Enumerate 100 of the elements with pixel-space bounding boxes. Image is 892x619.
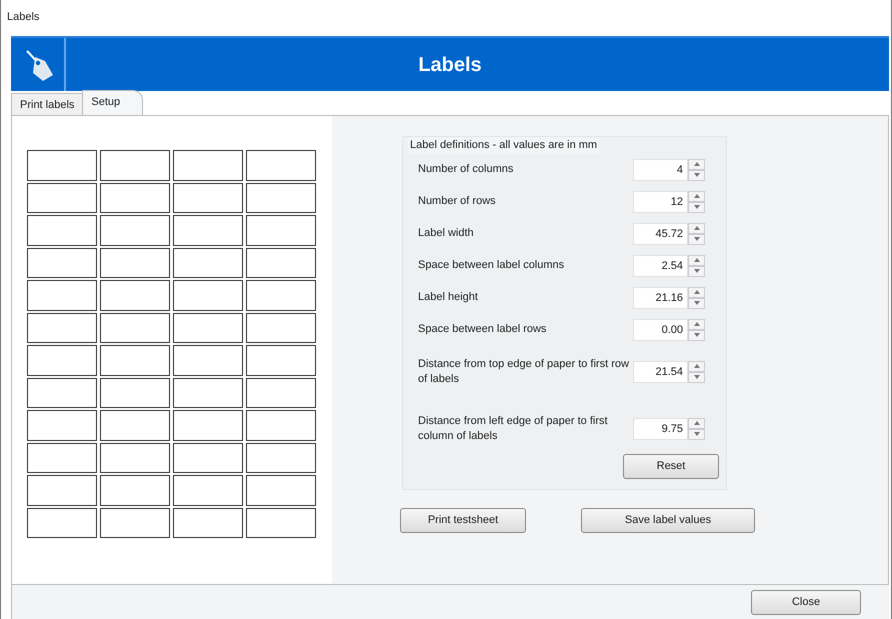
label-cell — [27, 215, 97, 246]
caret-down-icon — [694, 432, 700, 436]
label-cell — [246, 312, 316, 343]
label-cell — [100, 442, 170, 473]
caret-up-icon — [694, 290, 700, 294]
label-cell — [100, 248, 170, 278]
label-cell — [27, 280, 97, 310]
label-cell — [100, 150, 170, 180]
label-cell — [100, 280, 170, 310]
number-field[interactable]: 45.72 — [633, 222, 688, 244]
field-label: Distance from top edge of paper to first row of labels — [418, 357, 630, 386]
label-cell — [100, 182, 170, 213]
label-cell — [27, 248, 97, 278]
caret-down-icon — [694, 205, 700, 209]
label-cell — [173, 280, 243, 310]
label-cell — [246, 215, 316, 246]
number-field[interactable]: 21.16 — [633, 286, 688, 308]
spin-down-button[interactable] — [688, 330, 705, 340]
caret-up-icon — [694, 162, 700, 166]
label-cell — [100, 410, 170, 440]
number-field[interactable]: 9.75 — [633, 418, 688, 440]
spin-up-button[interactable] — [688, 418, 705, 428]
field-label: Space between label rows — [418, 322, 548, 337]
label-cell — [100, 508, 170, 538]
group-legend: Label definitions - all values are in mm — [408, 137, 600, 154]
caret-up-icon — [694, 258, 700, 262]
number-field[interactable]: 12 — [633, 190, 688, 212]
caret-up-icon — [694, 194, 700, 198]
label-cell — [27, 442, 97, 473]
spin-down-button[interactable] — [688, 234, 705, 244]
caret-up-icon — [694, 421, 700, 425]
label-cell — [173, 248, 243, 278]
number-field[interactable]: 2.54 — [633, 254, 688, 276]
spin-down-button[interactable] — [688, 202, 705, 212]
spin-down-button[interactable] — [688, 372, 705, 382]
tab[interactable]: Print labels — [11, 93, 84, 115]
caret-up-icon — [694, 322, 700, 326]
close-button[interactable]: Close — [751, 590, 861, 614]
label-cell — [246, 280, 316, 310]
spin-up-button[interactable] — [688, 254, 705, 266]
label-cell — [27, 345, 97, 376]
spin-up-button[interactable] — [688, 222, 705, 234]
label-cell — [100, 345, 170, 376]
caret-down-icon — [694, 269, 700, 273]
label-cell — [27, 312, 97, 343]
caret-up-icon — [694, 226, 700, 230]
label-cell — [27, 378, 97, 408]
number-field[interactable]: 21.54 — [633, 360, 688, 382]
number-field[interactable]: 0.00 — [633, 318, 688, 340]
label-cell — [173, 475, 243, 506]
caret-down-icon — [694, 173, 700, 177]
label-cell — [173, 410, 243, 440]
field-label: Number of columns — [418, 162, 514, 177]
label-cell — [100, 475, 170, 506]
spin-down-button[interactable] — [688, 266, 705, 276]
header-title: Labels — [417, 52, 483, 78]
tab[interactable]: Setup — [82, 90, 144, 115]
label-cell — [173, 215, 243, 246]
label-cell — [173, 508, 243, 538]
spin-up-button[interactable] — [688, 158, 705, 170]
reset-button[interactable]: Reset — [623, 454, 719, 478]
caret-down-icon — [694, 333, 700, 337]
spin-up-button[interactable] — [688, 360, 705, 372]
label-cell — [100, 215, 170, 246]
label-cell — [246, 182, 316, 213]
label-cell — [27, 182, 97, 213]
label-cell — [27, 475, 97, 506]
caret-up-icon — [694, 364, 700, 368]
field-label: Distance from left edge of paper to first column of labels — [418, 414, 609, 443]
label-cell — [27, 508, 97, 538]
caret-down-icon — [694, 375, 700, 379]
spin-up-button[interactable] — [688, 286, 705, 298]
label-cell — [246, 442, 316, 473]
label-cell — [246, 475, 316, 506]
window-title: Labels — [7, 10, 40, 25]
field-label: Number of rows — [418, 194, 497, 209]
label-cell — [173, 150, 243, 180]
label-cell — [246, 345, 316, 376]
action-button[interactable]: Print testsheet — [400, 508, 526, 532]
spin-up-button[interactable] — [688, 190, 705, 202]
spin-down-button[interactable] — [688, 428, 705, 440]
label-cell — [173, 312, 243, 343]
action-button[interactable]: Save label values — [581, 508, 755, 532]
label-cell — [173, 378, 243, 408]
label-cell — [100, 378, 170, 408]
label-cell — [173, 345, 243, 376]
label-cell — [246, 150, 316, 180]
spin-up-button[interactable] — [688, 318, 705, 330]
label-cell — [27, 150, 97, 180]
label-cell — [246, 248, 316, 278]
label-cell — [27, 410, 97, 440]
field-label: Label height — [418, 290, 479, 305]
number-field[interactable]: 4 — [633, 158, 688, 180]
label-cell — [100, 312, 170, 343]
spin-down-button[interactable] — [688, 298, 705, 308]
label-cell — [246, 378, 316, 408]
label-cell — [246, 410, 316, 440]
field-label: Space between label columns — [418, 258, 566, 273]
caret-down-icon — [694, 237, 700, 241]
spin-down-button[interactable] — [688, 170, 705, 180]
